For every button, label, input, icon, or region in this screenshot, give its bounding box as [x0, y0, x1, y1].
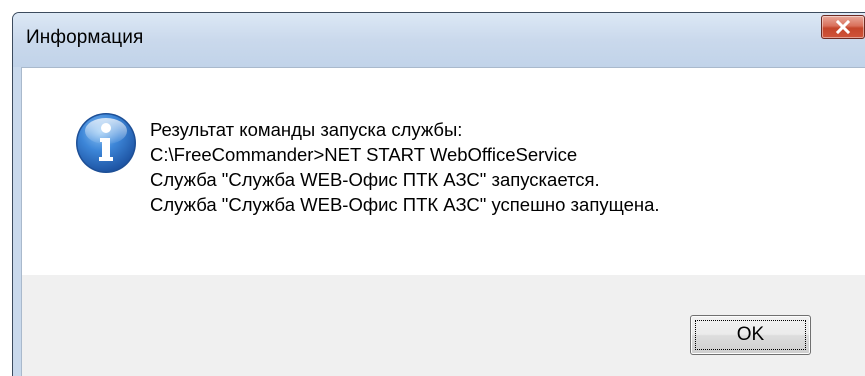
info-dialog: Информация Результат команды запуска слу…: [12, 12, 865, 376]
message-line: Служба "Служба WEB-Офис ПТК АЗС" запуска…: [150, 169, 600, 190]
close-button[interactable]: [821, 15, 865, 39]
info-icon: [76, 113, 136, 173]
button-panel: OK: [21, 275, 865, 376]
message-text: Результат команды запуска службы: C:\Fre…: [150, 117, 660, 217]
ok-button-label: OK: [736, 324, 765, 345]
message-area: Результат команды запуска службы: C:\Fre…: [21, 67, 865, 276]
title-bar[interactable]: Информация: [13, 13, 865, 67]
close-icon: [835, 20, 851, 34]
message-line: Служба "Служба WEB-Офис ПТК АЗС" успешно…: [150, 194, 660, 215]
dialog-title: Информация: [26, 27, 144, 48]
message-line: C:\FreeCommander>NET START WebOfficeServ…: [150, 144, 578, 165]
ok-button[interactable]: OK: [690, 315, 811, 355]
message-line: Результат команды запуска службы:: [150, 119, 463, 140]
